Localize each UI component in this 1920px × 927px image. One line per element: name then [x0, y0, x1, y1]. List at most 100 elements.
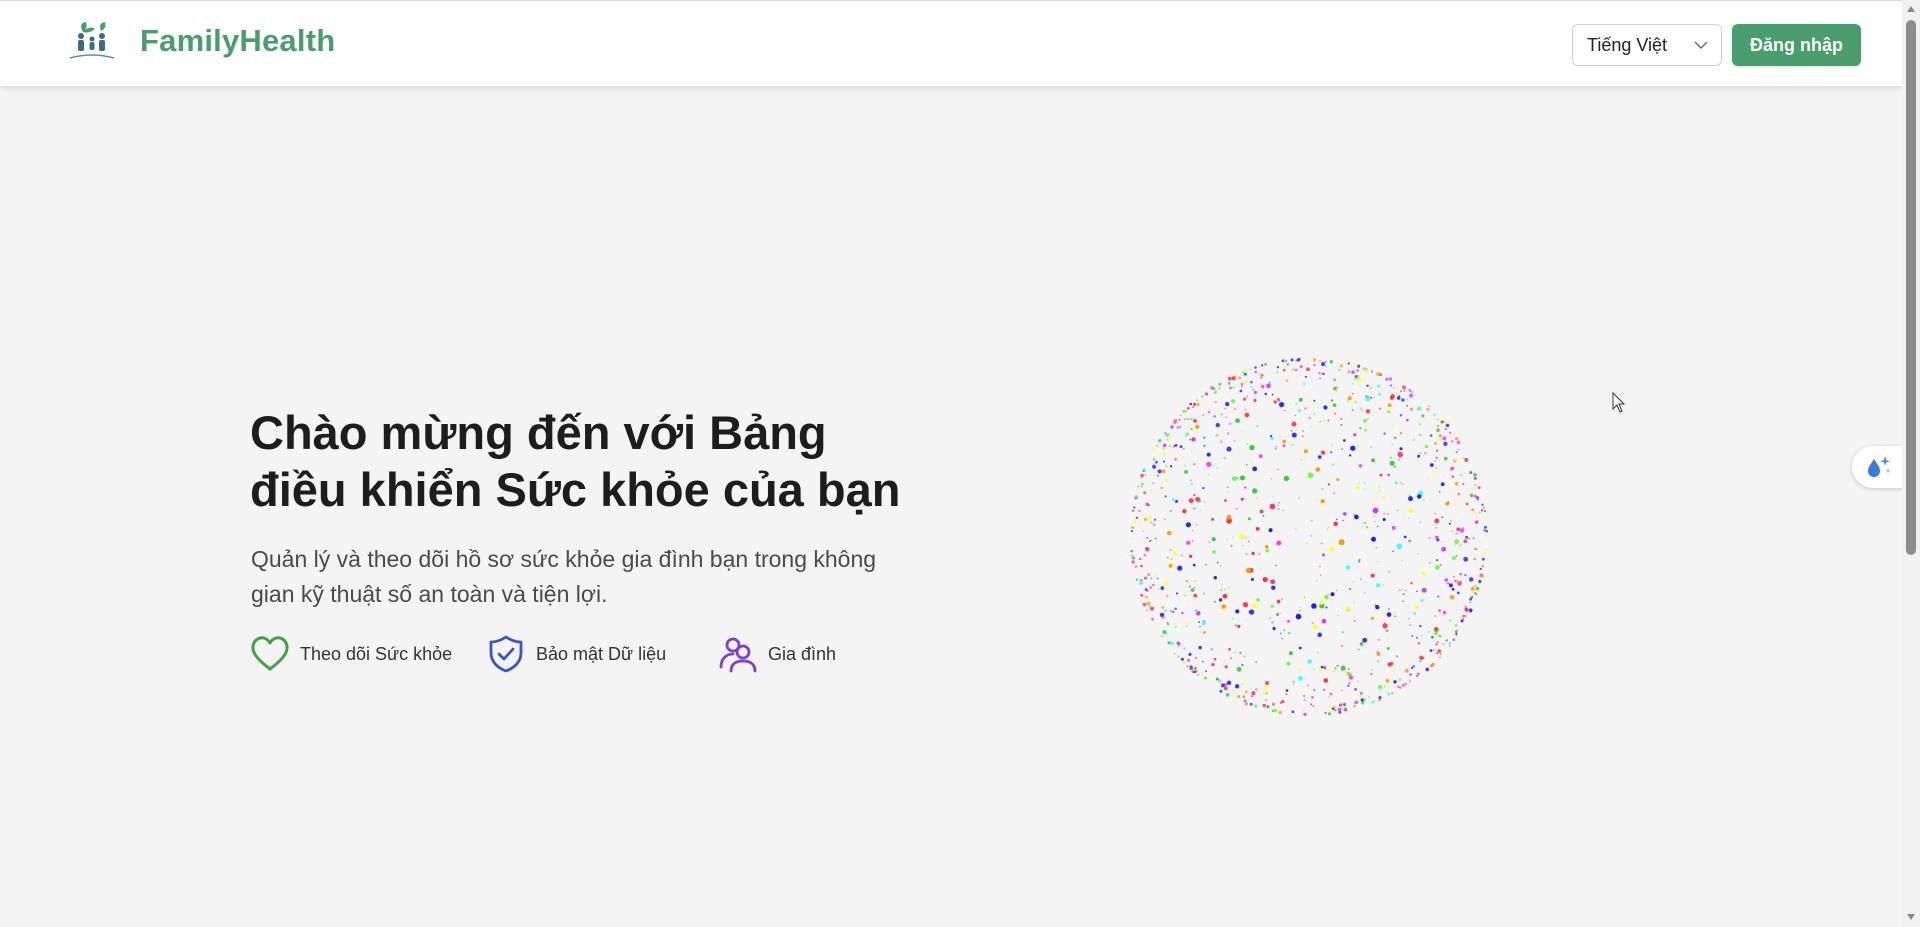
sphere-particle	[1425, 668, 1429, 671]
sphere-particle	[1130, 549, 1133, 553]
sphere-particle	[1327, 419, 1330, 422]
sphere-particle	[1464, 615, 1467, 617]
sphere-particle	[1476, 496, 1479, 500]
sphere-particle	[1457, 492, 1461, 496]
sphere-particle	[1465, 502, 1469, 506]
sphere-particle	[1366, 417, 1369, 420]
sphere-particle	[1161, 606, 1165, 609]
sphere-particle	[1485, 530, 1488, 533]
sphere-particle	[1344, 433, 1347, 436]
sphere-particle	[1232, 386, 1235, 389]
sphere-particle	[1454, 539, 1460, 545]
login-button[interactable]: Đăng nhập	[1732, 24, 1861, 66]
sphere-particle	[1189, 438, 1192, 441]
sphere-particle	[1270, 436, 1274, 440]
brand[interactable]: FamilyHealth	[68, 21, 335, 61]
sphere-particle	[1137, 485, 1140, 488]
sphere-particle	[1145, 547, 1150, 552]
sphere-particle	[1296, 429, 1299, 432]
sphere-particle	[1158, 439, 1162, 443]
sphere-particle	[1329, 400, 1333, 404]
sphere-particle	[1135, 516, 1139, 520]
sphere-particle	[1293, 683, 1295, 686]
sphere-particle	[1482, 506, 1486, 509]
sphere-particle	[1183, 464, 1187, 467]
sphere-particle	[1327, 695, 1330, 698]
sphere-particle	[1326, 528, 1328, 531]
sphere-particle	[1351, 409, 1354, 412]
sphere-particle	[1161, 635, 1163, 638]
sphere-particle	[1228, 376, 1231, 380]
sphere-particle	[1384, 685, 1387, 688]
sphere-particle	[1175, 499, 1179, 503]
sphere-particle	[1169, 509, 1172, 513]
sphere-particle	[1340, 417, 1343, 420]
sphere-particle	[1359, 407, 1362, 410]
sphere-particle	[1381, 606, 1383, 609]
sphere-particle	[1437, 595, 1440, 598]
sphere-particle	[1399, 413, 1403, 417]
scroll-down-arrow-icon[interactable]	[1906, 913, 1916, 921]
sphere-particle	[1166, 633, 1168, 635]
language-select[interactable]: Tiếng Việt	[1572, 24, 1722, 66]
sphere-particle	[1370, 672, 1373, 676]
sphere-particle	[1248, 609, 1255, 615]
sphere-particle	[1323, 405, 1328, 410]
sphere-particle	[1321, 503, 1324, 505]
scroll-up-arrow-icon[interactable]	[1906, 5, 1916, 13]
sphere-particle	[1265, 698, 1268, 701]
sphere-particle	[1388, 377, 1393, 381]
sphere-particle	[1376, 492, 1379, 494]
sphere-particle	[1317, 632, 1322, 638]
sphere-particle	[1277, 507, 1280, 510]
sphere-particle	[1241, 371, 1245, 374]
sphere-particle	[1278, 710, 1282, 715]
sphere-particle	[1374, 520, 1376, 523]
floating-assistant-button[interactable]	[1852, 446, 1904, 488]
sphere-particle	[1359, 578, 1362, 580]
sphere-particle	[1403, 515, 1406, 518]
sphere-particle	[1441, 516, 1444, 519]
sphere-particle	[1224, 407, 1227, 410]
vertical-scrollbar[interactable]	[1902, 0, 1920, 927]
sphere-particle	[1416, 636, 1419, 639]
sphere-particle	[1204, 563, 1207, 566]
sphere-particle	[1373, 515, 1376, 518]
sphere-particle	[1327, 712, 1332, 716]
sphere-particle	[1184, 469, 1189, 474]
sphere-particle	[1275, 445, 1278, 448]
sphere-particle	[1313, 358, 1317, 362]
sphere-particle	[1153, 523, 1156, 526]
sphere-particle	[1333, 521, 1338, 526]
sphere-particle	[1202, 592, 1206, 595]
sphere-particle	[1174, 625, 1177, 628]
sphere-particle	[1291, 368, 1295, 372]
sphere-particle	[1306, 367, 1310, 372]
sphere-particle	[1397, 685, 1400, 688]
sphere-particle	[1153, 448, 1156, 451]
scrollbar-thumb[interactable]	[1906, 20, 1916, 555]
sphere-particle	[1364, 521, 1367, 524]
sphere-particle	[1286, 661, 1291, 666]
sphere-particle	[1457, 448, 1459, 451]
sphere-particle	[1421, 587, 1427, 593]
sphere-particle	[1181, 611, 1184, 615]
sphere-particle	[1196, 611, 1201, 616]
sphere-particle	[1346, 400, 1349, 403]
sphere-particle	[1226, 514, 1232, 520]
sphere-particle	[1421, 414, 1425, 418]
sphere-particle	[1182, 455, 1185, 459]
sphere-particle	[1378, 696, 1382, 700]
sphere-particle	[1341, 631, 1345, 634]
sphere-particle	[1456, 527, 1460, 531]
sphere-particle	[1302, 709, 1305, 712]
sphere-particle	[1260, 376, 1263, 379]
sphere-particle	[1195, 523, 1198, 526]
sphere-particle	[1353, 704, 1357, 708]
sphere-particle	[1256, 598, 1260, 602]
sphere-particle	[1350, 445, 1356, 451]
sphere-particle	[1416, 675, 1418, 677]
sphere-particle	[1144, 474, 1147, 476]
sphere-particle	[1165, 594, 1169, 598]
sphere-particle	[1244, 412, 1250, 418]
